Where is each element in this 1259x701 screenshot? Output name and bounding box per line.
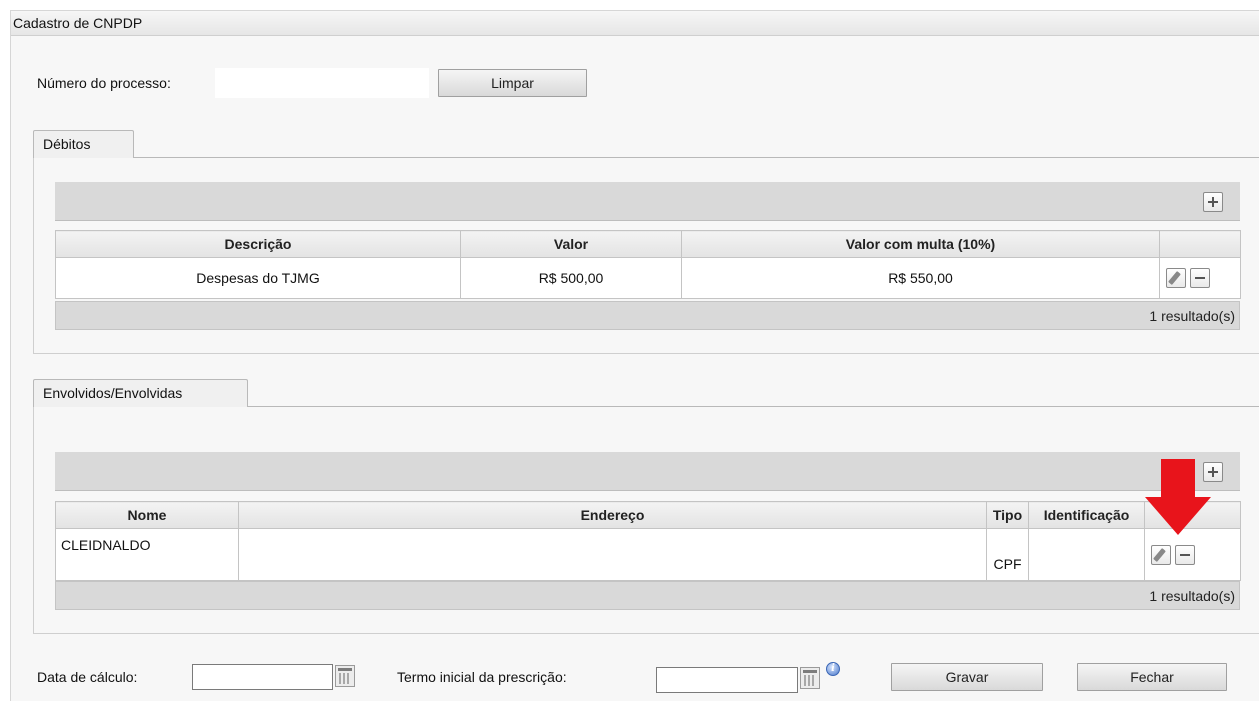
calendar-icon[interactable] xyxy=(335,665,355,687)
column-header-actions xyxy=(1159,230,1241,258)
window-title: Cadastro de CNPDP xyxy=(11,11,1259,36)
envolvidos-header-row: Nome Endereço Tipo Identificação xyxy=(55,501,1241,529)
process-number-label: Número do processo: xyxy=(37,75,171,91)
edit-pencil-icon[interactable] xyxy=(1151,545,1171,565)
cell-descricao: Despesas do TJMG xyxy=(55,257,461,299)
table-row[interactable]: Despesas do TJMG R$ 500,00 R$ 550,00 xyxy=(55,257,1241,299)
add-debito-plus-icon[interactable] xyxy=(1203,192,1223,212)
arrow-down-icon xyxy=(1145,459,1211,535)
termo-inicial-input[interactable] xyxy=(656,667,798,693)
column-header-descricao[interactable]: Descrição xyxy=(55,230,461,258)
envolvidos-result-count: 1 resultado(s) xyxy=(55,581,1240,610)
column-header-endereco[interactable]: Endereço xyxy=(238,501,987,529)
debitos-header-row: Descrição Valor Valor com multa (10%) xyxy=(55,230,1241,258)
envolvidos-table: Nome Endereço Tipo Identificação CLEIDNA… xyxy=(55,501,1241,581)
cell-valor-multa: R$ 550,00 xyxy=(681,257,1160,299)
column-header-nome[interactable]: Nome xyxy=(55,501,239,529)
column-header-identificacao[interactable]: Identificação xyxy=(1028,501,1145,529)
data-calculo-input[interactable] xyxy=(192,664,333,690)
remove-minus-icon[interactable] xyxy=(1175,545,1195,565)
cell-actions xyxy=(1144,528,1241,581)
tab-debitos[interactable]: Débitos xyxy=(33,130,134,158)
cell-valor: R$ 500,00 xyxy=(460,257,682,299)
clear-button[interactable]: Limpar xyxy=(438,69,587,97)
debitos-table: Descrição Valor Valor com multa (10%) De… xyxy=(55,230,1241,299)
table-row[interactable]: CLEIDNALDO CPF xyxy=(55,528,1241,581)
process-number-input[interactable] xyxy=(215,68,429,98)
remove-minus-icon[interactable] xyxy=(1190,268,1210,288)
column-header-tipo[interactable]: Tipo xyxy=(986,501,1029,529)
envolvidos-toolbar xyxy=(55,452,1240,491)
column-header-valor[interactable]: Valor xyxy=(460,230,682,258)
cell-identificacao xyxy=(1028,528,1145,581)
debitos-result-count: 1 resultado(s) xyxy=(55,301,1240,330)
debitos-toolbar xyxy=(55,182,1240,221)
cell-endereco xyxy=(238,528,987,581)
cnpdp-window: Cadastro de CNPDP Número do processo: Li… xyxy=(10,10,1259,701)
termo-inicial-label: Termo inicial da prescrição: xyxy=(397,669,567,685)
cell-actions xyxy=(1159,257,1241,299)
tab-envolvidos[interactable]: Envolvidos/Envolvidas xyxy=(33,379,248,407)
save-button[interactable]: Gravar xyxy=(891,663,1043,691)
cell-nome: CLEIDNALDO xyxy=(55,528,239,581)
edit-pencil-icon[interactable] xyxy=(1166,268,1186,288)
calendar-icon[interactable] xyxy=(800,667,820,689)
close-button[interactable]: Fechar xyxy=(1077,663,1227,691)
cell-tipo: CPF xyxy=(986,528,1029,581)
data-calculo-label: Data de cálculo: xyxy=(37,669,138,685)
column-header-valor-multa[interactable]: Valor com multa (10%) xyxy=(681,230,1160,258)
info-icon[interactable]: i xyxy=(826,662,840,676)
